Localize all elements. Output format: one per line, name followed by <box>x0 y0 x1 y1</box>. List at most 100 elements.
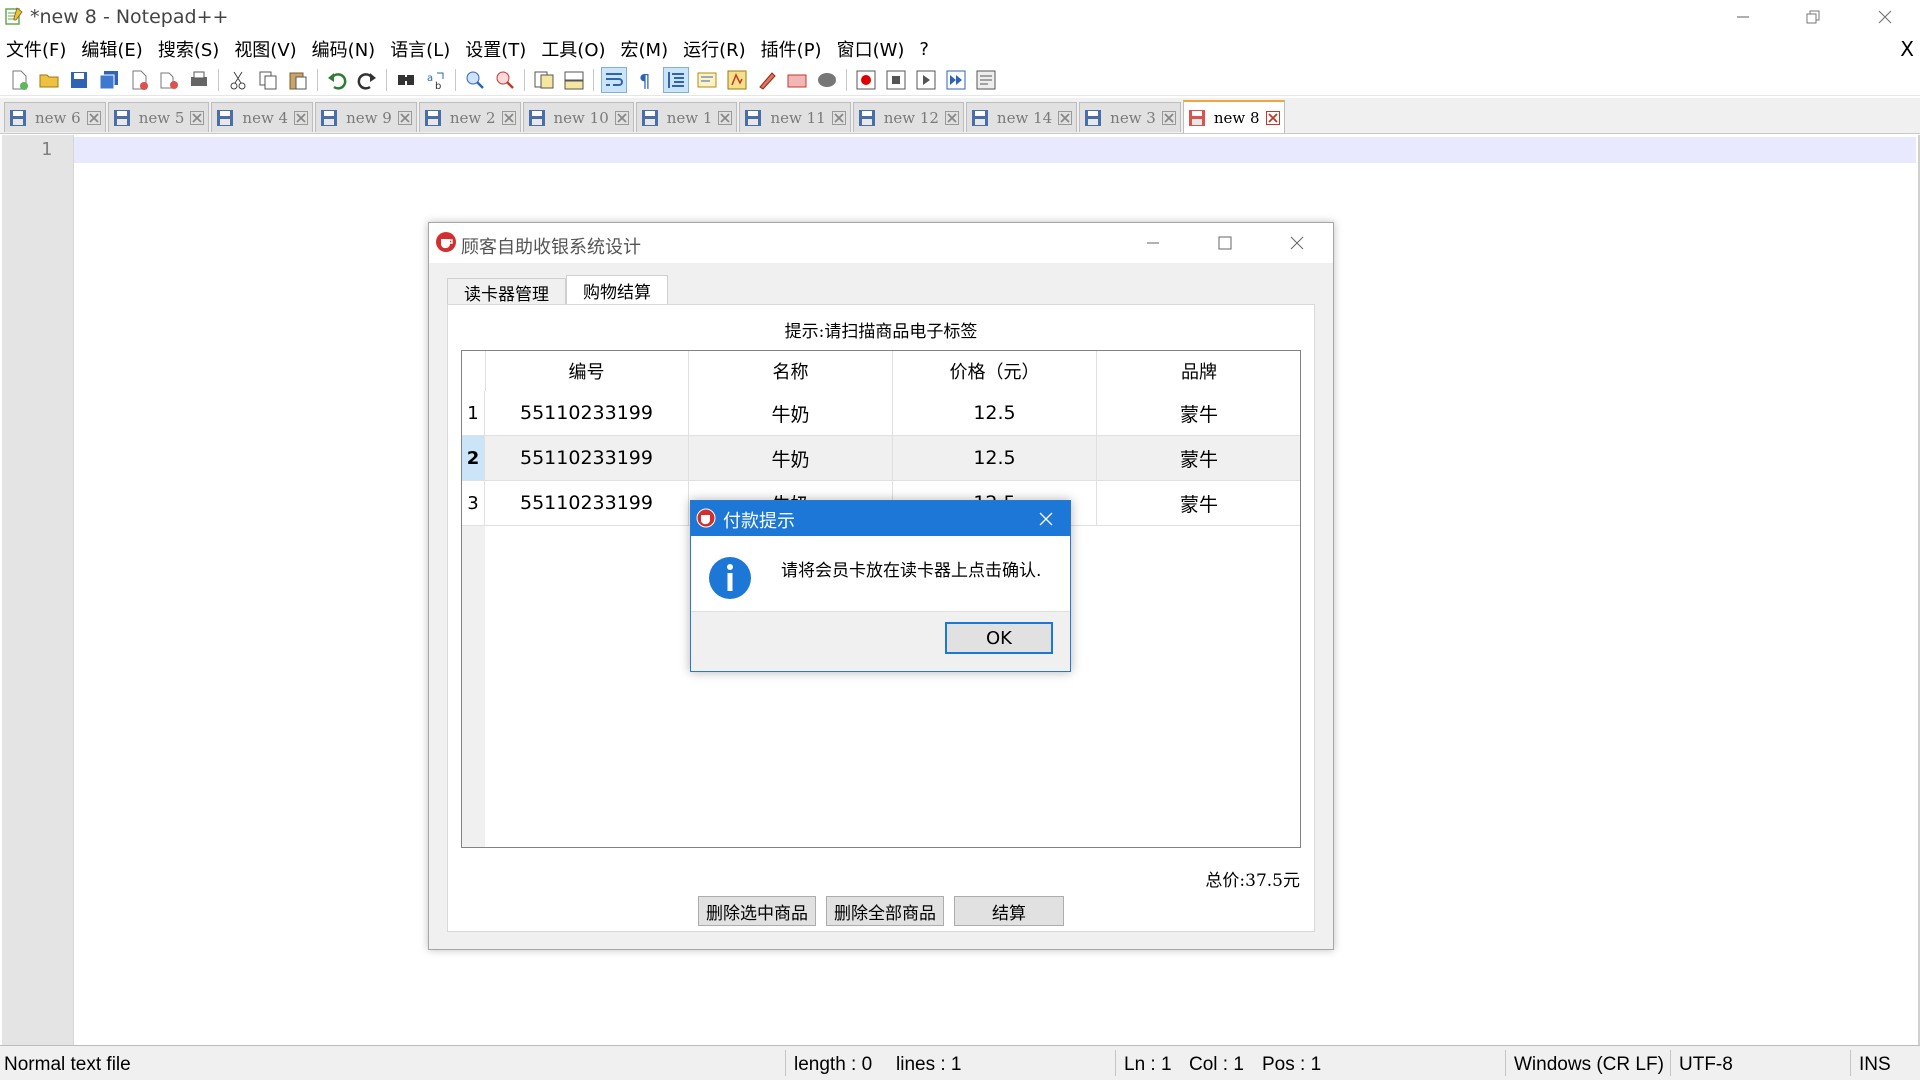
cell-price[interactable]: 12.5 <box>893 436 1097 480</box>
tab-checkout[interactable]: 购物结算 <box>566 275 668 305</box>
document-tab[interactable]: new 6 <box>4 102 106 132</box>
tab-close-icon[interactable] <box>831 110 846 125</box>
tab-close-icon[interactable] <box>501 110 516 125</box>
document-tab[interactable]: new 1 <box>635 102 738 132</box>
zoom-in-button[interactable] <box>463 68 487 92</box>
menu-plugins[interactable]: 插件(P) <box>755 36 828 62</box>
document-tab[interactable]: new 9 <box>315 102 417 132</box>
replace-button[interactable]: ab <box>424 68 448 92</box>
ok-button[interactable]: OK <box>945 622 1053 654</box>
app-maximize-button[interactable] <box>1189 223 1261 263</box>
cell-id[interactable]: 55110233199 <box>485 391 689 435</box>
document-tab[interactable]: new 5 <box>107 102 210 132</box>
document-map-button[interactable] <box>695 68 719 92</box>
tab-close-icon[interactable] <box>1161 110 1176 125</box>
app-minimize-button[interactable] <box>1117 223 1189 263</box>
delete-selected-button[interactable]: 删除选中商品 <box>698 896 816 926</box>
save-button[interactable] <box>67 68 91 92</box>
new-file-button[interactable] <box>7 68 31 92</box>
close-all-button[interactable] <box>157 68 181 92</box>
cell-price[interactable]: 12.5 <box>893 391 1097 435</box>
close-window-button[interactable] <box>1850 0 1920 34</box>
menu-help[interactable]: ? <box>913 39 935 60</box>
run-macro-multiple-button[interactable] <box>944 68 968 92</box>
document-tab[interactable]: new 10 <box>522 102 634 132</box>
tab-card-reader[interactable]: 读卡器管理 <box>447 278 566 305</box>
tab-close-icon[interactable] <box>1058 110 1073 125</box>
cell-brand[interactable]: 蒙牛 <box>1097 436 1300 480</box>
document-tab[interactable]: new 11 <box>739 102 851 132</box>
undo-button[interactable] <box>325 68 349 92</box>
indent-guide-button[interactable] <box>663 66 689 93</box>
tab-close-icon[interactable] <box>294 110 309 125</box>
document-tab[interactable]: new 4 <box>211 102 314 132</box>
stop-macro-button[interactable] <box>884 68 908 92</box>
zoom-out-button[interactable] <box>493 68 517 92</box>
table-row-selected[interactable]: 2 55110233199 牛奶 12.5 蒙牛 <box>462 436 1300 481</box>
document-tab[interactable]: new 2 <box>418 102 521 132</box>
print-button[interactable] <box>187 68 211 92</box>
row-number[interactable]: 1 <box>462 391 485 435</box>
close-document-button[interactable]: X <box>1900 37 1914 61</box>
paste-button[interactable] <box>286 68 310 92</box>
tab-close-icon[interactable] <box>190 110 205 125</box>
panel-button[interactable] <box>815 68 839 92</box>
tab-close-icon[interactable] <box>86 110 101 125</box>
menu-settings[interactable]: 设置(T) <box>459 36 532 62</box>
cell-name[interactable]: 牛奶 <box>689 436 893 480</box>
document-tab[interactable]: new 14 <box>965 102 1078 132</box>
menu-file[interactable]: 文件(F) <box>0 36 72 62</box>
menu-tools[interactable]: 工具(O) <box>535 36 611 62</box>
menu-macro[interactable]: 宏(M) <box>615 36 675 62</box>
cell-brand[interactable]: 蒙牛 <box>1097 391 1300 435</box>
document-tab-active[interactable]: new 8 <box>1182 100 1285 133</box>
sync-horizontal-button[interactable] <box>562 68 586 92</box>
find-button[interactable] <box>394 68 418 92</box>
cell-id[interactable]: 55110233199 <box>485 436 689 480</box>
cell-id[interactable]: 55110233199 <box>485 481 689 525</box>
tab-close-icon[interactable] <box>397 110 412 125</box>
menu-window[interactable]: 窗口(W) <box>831 36 911 62</box>
cell-name[interactable]: 牛奶 <box>689 391 893 435</box>
tab-close-icon[interactable] <box>1265 110 1280 125</box>
checkout-button[interactable]: 结算 <box>954 896 1064 926</box>
menu-encoding[interactable]: 编码(N) <box>306 36 382 62</box>
menu-search[interactable]: 搜索(S) <box>152 36 225 62</box>
monitor-button[interactable] <box>785 68 809 92</box>
menu-view[interactable]: 视图(V) <box>228 36 302 62</box>
show-all-chars-button[interactable]: ¶ <box>633 68 657 92</box>
dialog-close-button[interactable] <box>1022 501 1070 536</box>
column-header-brand[interactable]: 品牌 <box>1097 351 1300 391</box>
folder-workspace-button[interactable] <box>755 68 779 92</box>
save-macro-button[interactable] <box>974 68 998 92</box>
record-macro-button[interactable] <box>854 68 878 92</box>
save-all-button[interactable] <box>97 68 121 92</box>
row-number[interactable]: 3 <box>462 481 485 525</box>
redo-button[interactable] <box>355 68 379 92</box>
tab-close-icon[interactable] <box>944 110 959 125</box>
function-list-button[interactable] <box>725 68 749 92</box>
copy-button[interactable] <box>256 68 280 92</box>
delete-all-button[interactable]: 删除全部商品 <box>826 896 944 926</box>
menu-edit[interactable]: 编辑(E) <box>75 36 148 62</box>
tab-close-icon[interactable] <box>614 110 629 125</box>
sync-vertical-button[interactable] <box>532 68 556 92</box>
word-wrap-button[interactable] <box>601 66 627 93</box>
restore-button[interactable] <box>1778 0 1848 34</box>
play-macro-button[interactable] <box>914 68 938 92</box>
cell-brand[interactable]: 蒙牛 <box>1097 481 1300 525</box>
column-header-id[interactable]: 编号 <box>485 351 689 391</box>
menu-run[interactable]: 运行(R) <box>677 36 752 62</box>
row-number[interactable]: 2 <box>462 436 485 480</box>
minimize-button[interactable] <box>1708 0 1778 34</box>
column-header-name[interactable]: 名称 <box>689 351 893 391</box>
document-tab[interactable]: new 12 <box>852 102 964 132</box>
open-file-button[interactable] <box>37 68 61 92</box>
column-header-price[interactable]: 价格（元） <box>893 351 1097 391</box>
tab-close-icon[interactable] <box>718 110 733 125</box>
cut-button[interactable] <box>226 68 250 92</box>
close-button[interactable] <box>127 68 151 92</box>
app-close-button[interactable] <box>1261 223 1333 263</box>
table-row[interactable]: 1 55110233199 牛奶 12.5 蒙牛 <box>462 391 1300 436</box>
document-tab[interactable]: new 3 <box>1079 102 1181 132</box>
